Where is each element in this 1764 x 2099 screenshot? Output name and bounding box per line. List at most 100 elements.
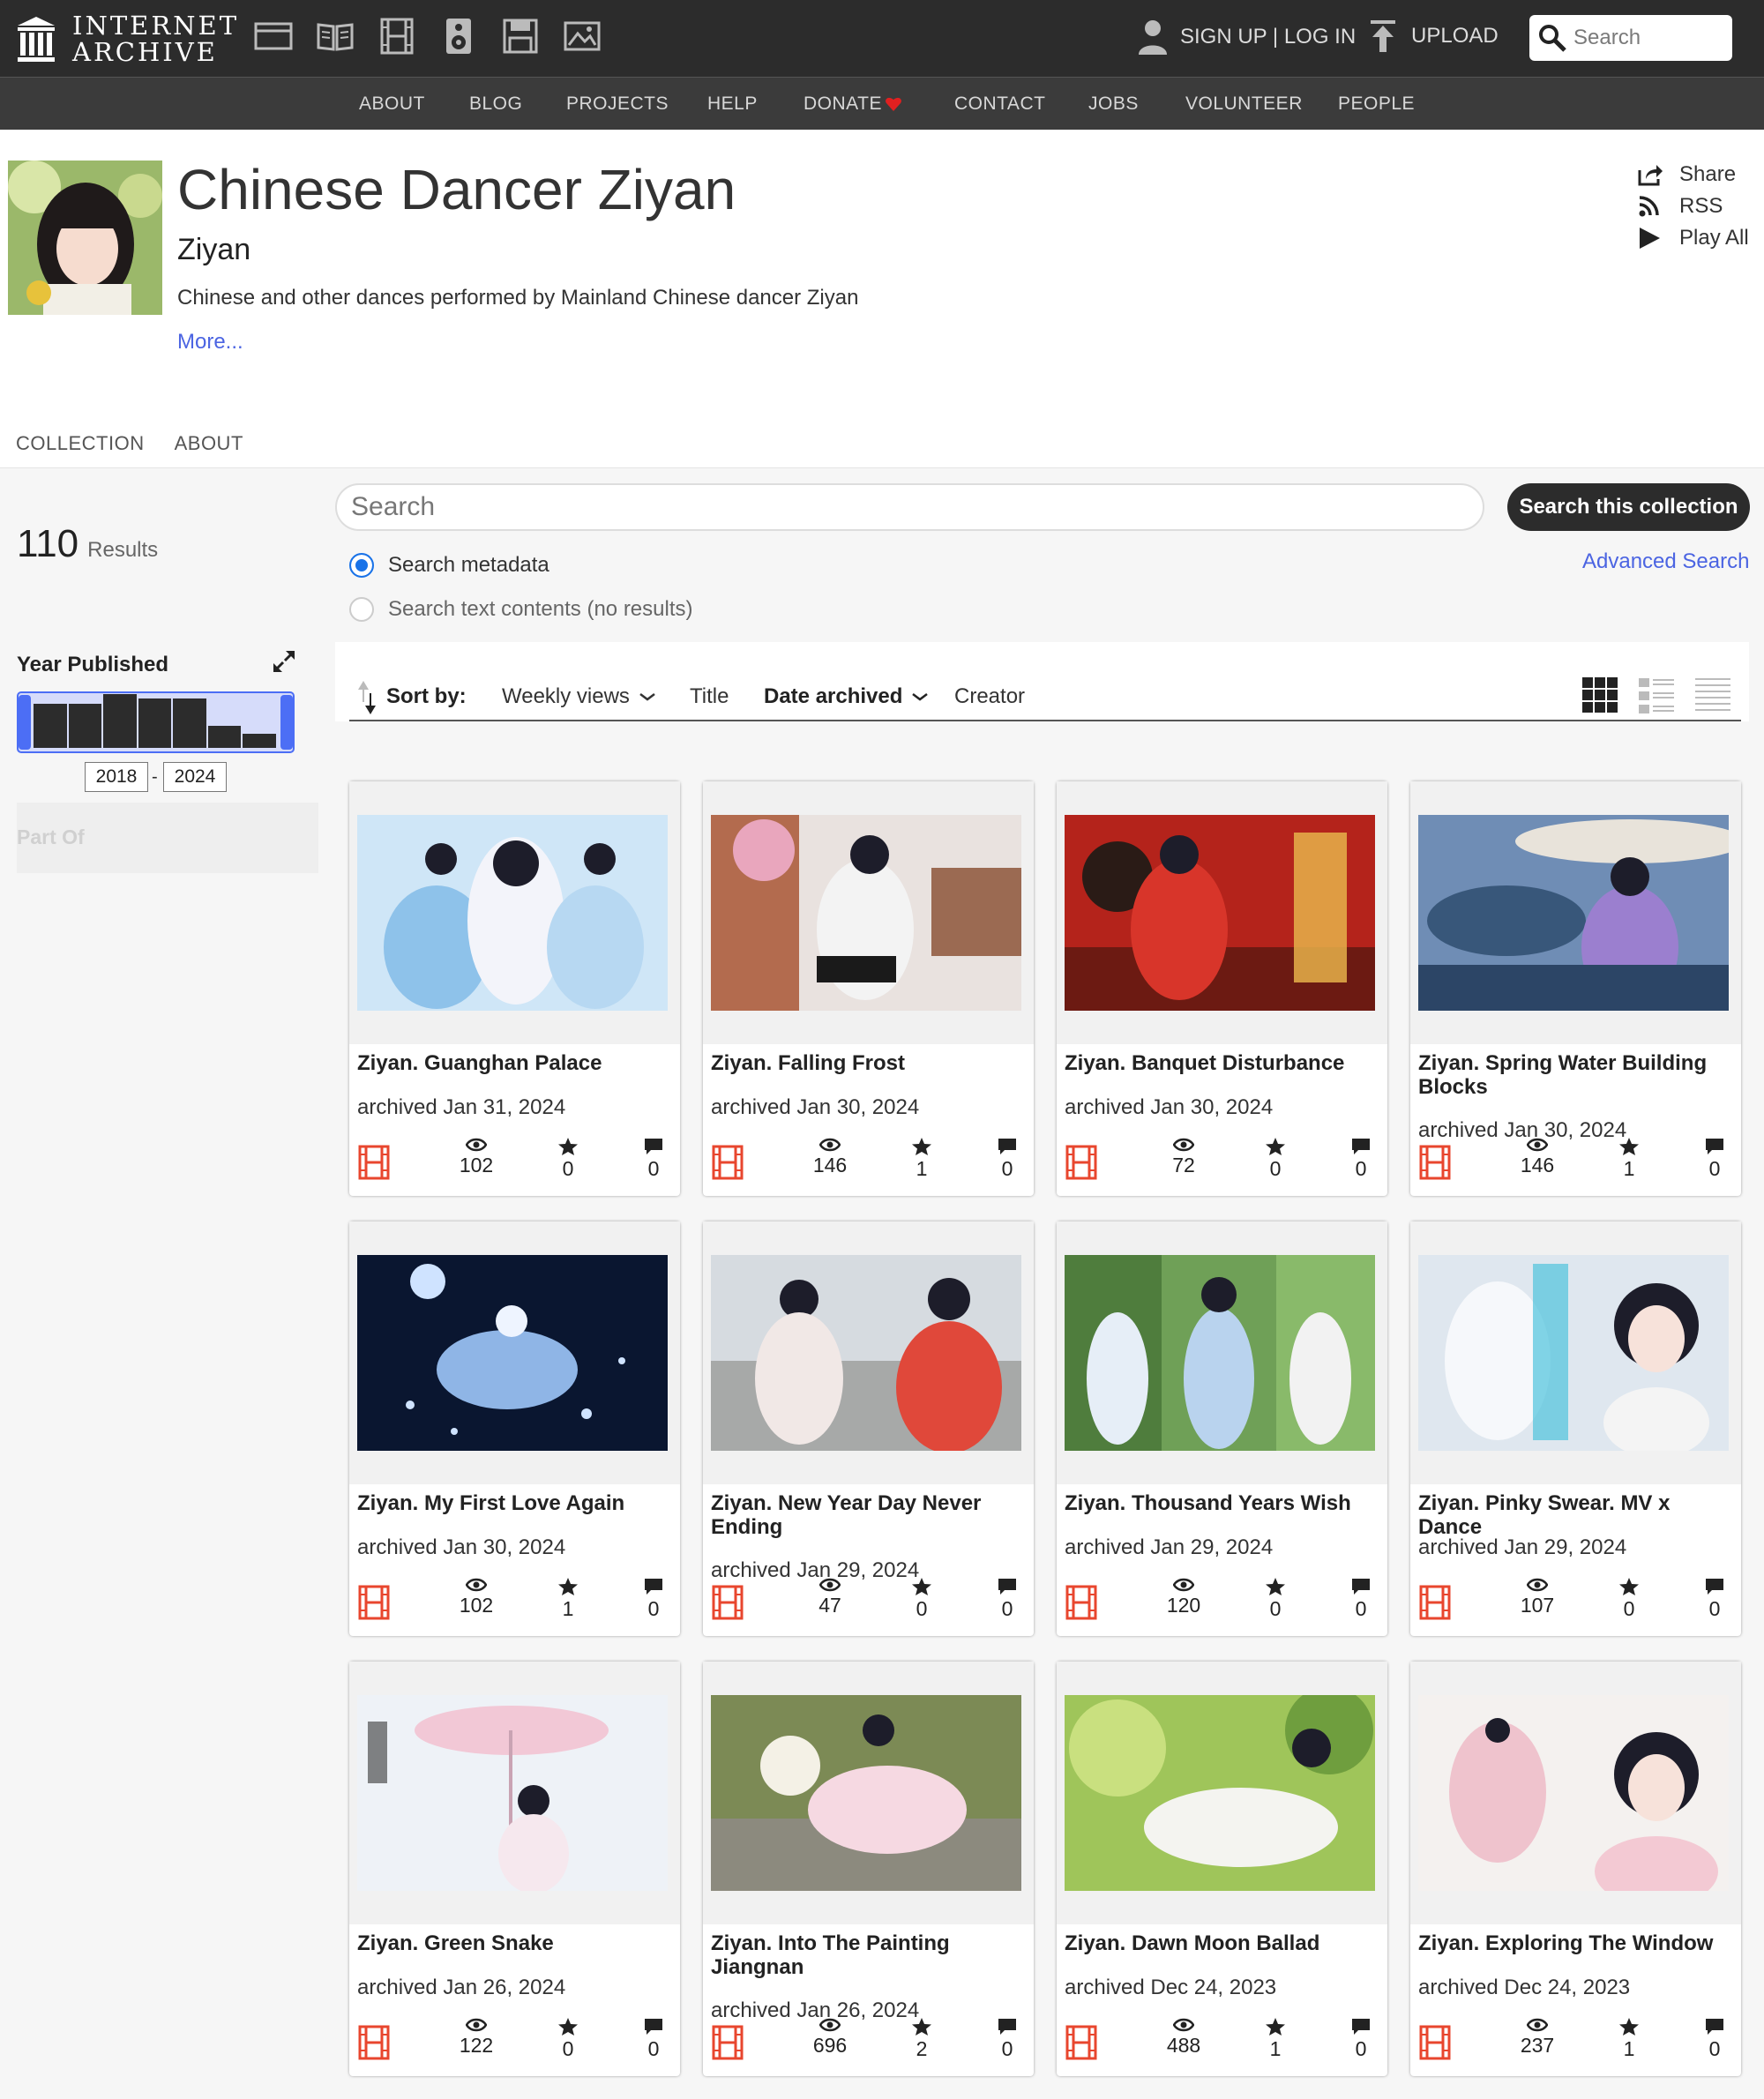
- rss-button[interactable]: RSS: [1637, 190, 1749, 222]
- result-card[interactable]: Ziyan. Green Snake archived Jan 26, 2024 1…: [349, 1662, 680, 2076]
- result-card[interactable]: Ziyan. Banquet Disturbance archived Jan 3…: [1057, 781, 1387, 1196]
- list-detail-view-icon[interactable]: [1637, 676, 1676, 719]
- expand-icon[interactable]: [272, 649, 296, 674]
- texts-icon[interactable]: [315, 16, 355, 56]
- card-thumbnail[interactable]: [357, 1255, 668, 1451]
- sort-direction-icon[interactable]: [356, 679, 377, 716]
- nav-help[interactable]: HELP: [707, 93, 758, 115]
- nav-about[interactable]: ABOUT: [359, 93, 425, 115]
- result-card[interactable]: Ziyan. Into The Painting Jiangnan archive…: [703, 1662, 1034, 2076]
- nav-people[interactable]: PEOPLE: [1338, 93, 1415, 115]
- result-card[interactable]: Ziyan. New Year Day Never Ending archived…: [703, 1221, 1034, 1636]
- card-thumbnail[interactable]: [357, 1695, 668, 1891]
- nav-blog[interactable]: BLOG: [469, 93, 522, 115]
- share-button[interactable]: Share: [1637, 159, 1749, 190]
- card-reviews-count: 0: [647, 1157, 660, 1180]
- card-favorites-count: 1: [1623, 2037, 1635, 2060]
- sort-title[interactable]: Title: [690, 684, 729, 709]
- card-title[interactable]: Ziyan. Into The Painting Jiangnan: [711, 1931, 1024, 1979]
- result-card[interactable]: Ziyan. Exploring The Window archived Dec …: [1410, 1662, 1741, 2076]
- card-stats: 237 1 0: [1410, 2014, 1741, 2067]
- top-search-input[interactable]: Search: [1529, 15, 1732, 61]
- result-card[interactable]: Ziyan. Spring Water Building Blocks archi…: [1410, 781, 1741, 1196]
- sort-weekly-views[interactable]: Weekly views: [502, 684, 656, 709]
- advanced-search-link[interactable]: Advanced Search: [1582, 549, 1749, 574]
- card-favorites: 0: [1594, 1574, 1664, 1621]
- card-thumbnail[interactable]: [1418, 815, 1729, 1011]
- result-card[interactable]: Ziyan. Guanghan Palace archived Jan 31, 2…: [349, 781, 680, 1196]
- year-histogram[interactable]: [17, 691, 295, 753]
- internet-archive-logo[interactable]: INTERNET ARCHIVE: [16, 12, 239, 65]
- card-favorites: 0: [886, 1574, 957, 1621]
- play-all-button[interactable]: Play All: [1637, 222, 1749, 254]
- card-reviews: 0: [1326, 2014, 1396, 2061]
- star-icon: [1266, 2018, 1285, 2036]
- card-title[interactable]: Ziyan. Green Snake: [357, 1931, 670, 1955]
- sort-by-label: Sort by:: [386, 684, 467, 708]
- card-title[interactable]: Ziyan. Pinky Swear. MV x Dance: [1418, 1491, 1731, 1539]
- search-text-label: Search text contents (no results): [388, 597, 693, 621]
- histogram-min-handle[interactable]: [19, 695, 31, 750]
- card-title[interactable]: Ziyan. Guanghan Palace: [357, 1051, 670, 1075]
- list-compact-view-icon[interactable]: [1693, 676, 1732, 719]
- search-collection-button[interactable]: Search this collection: [1507, 483, 1750, 531]
- more-link[interactable]: More...: [177, 330, 243, 355]
- card-thumbnail[interactable]: [1065, 1695, 1375, 1891]
- card-title[interactable]: Ziyan. Banquet Disturbance: [1065, 1051, 1378, 1075]
- result-card[interactable]: Ziyan. Falling Frost archived Jan 30, 202…: [703, 781, 1034, 1196]
- tab-about[interactable]: ABOUT: [167, 430, 251, 471]
- result-card[interactable]: Ziyan. Dawn Moon Ballad archived Dec 24, …: [1057, 1662, 1387, 2076]
- video-icon[interactable]: [377, 16, 417, 56]
- card-thumbnail[interactable]: [711, 1255, 1021, 1451]
- audio-icon[interactable]: [438, 16, 479, 56]
- year-to-input[interactable]: 2024: [163, 762, 227, 792]
- nav-donate[interactable]: DONATE: [804, 93, 882, 115]
- comment-icon: [998, 2019, 1016, 2035]
- search-metadata-radio[interactable]: Search metadata: [349, 553, 549, 578]
- card-thumbnail[interactable]: [1418, 1255, 1729, 1451]
- card-thumbnail[interactable]: [711, 815, 1021, 1011]
- tab-collection[interactable]: COLLECTION: [8, 430, 153, 471]
- result-card[interactable]: Ziyan. Thousand Years Wish archived Jan 2…: [1057, 1221, 1387, 1636]
- card-title[interactable]: Ziyan. Exploring The Window: [1418, 1931, 1731, 1955]
- collection-search-input[interactable]: Search: [335, 483, 1484, 531]
- software-icon[interactable]: [500, 16, 541, 56]
- card-thumbnail[interactable]: [1418, 1695, 1729, 1891]
- card-title[interactable]: Ziyan. Spring Water Building Blocks: [1418, 1051, 1731, 1099]
- tile-view-icon[interactable]: [1581, 676, 1619, 719]
- sort-creator[interactable]: Creator: [954, 684, 1025, 709]
- histogram-max-handle[interactable]: [280, 695, 293, 750]
- upload-link[interactable]: UPLOAD: [1369, 19, 1499, 53]
- nav-contact[interactable]: CONTACT: [954, 93, 1045, 115]
- card-views-count: 696: [812, 2034, 848, 2057]
- card-thumbnail[interactable]: [1065, 1255, 1375, 1451]
- card-title[interactable]: Ziyan. New Year Day Never Ending: [711, 1491, 1024, 1539]
- nav-volunteer[interactable]: VOLUNTEER: [1185, 93, 1303, 115]
- signup-login-link[interactable]: SIGN UP | LOG IN: [1138, 19, 1356, 55]
- web-icon[interactable]: [253, 16, 294, 56]
- eye-icon: [1527, 1138, 1548, 1152]
- part-of-heading[interactable]: Part Of: [17, 803, 318, 873]
- card-title[interactable]: Ziyan. Dawn Moon Ballad: [1065, 1931, 1378, 1955]
- card-thumbnail[interactable]: [1065, 815, 1375, 1011]
- search-text-radio[interactable]: Search text contents (no results): [349, 597, 693, 622]
- nav-jobs[interactable]: JOBS: [1088, 93, 1139, 115]
- card-thumbnail[interactable]: [357, 815, 668, 1011]
- comment-icon: [1706, 2019, 1723, 2035]
- sort-bar: [335, 642, 1749, 721]
- year-from-input[interactable]: 2018: [85, 762, 148, 792]
- star-icon: [1619, 1138, 1639, 1155]
- card-reviews: 0: [618, 1134, 689, 1181]
- result-card[interactable]: Ziyan. Pinky Swear. MV x Dance archived J…: [1410, 1221, 1741, 1636]
- card-title[interactable]: Ziyan. Thousand Years Wish: [1065, 1491, 1378, 1515]
- card-stats: 146 1 0: [703, 1134, 1034, 1187]
- card-thumbnail[interactable]: [711, 1695, 1021, 1891]
- card-title[interactable]: Ziyan. Falling Frost: [711, 1051, 1024, 1075]
- images-icon[interactable]: [562, 16, 602, 56]
- nav-projects[interactable]: PROJECTS: [566, 93, 669, 115]
- card-favorites: 1: [1240, 2014, 1311, 2061]
- sort-date-archived[interactable]: Date archived: [764, 684, 929, 709]
- result-card[interactable]: Ziyan. My First Love Again archived Jan 3…: [349, 1221, 680, 1636]
- card-title[interactable]: Ziyan. My First Love Again: [357, 1491, 670, 1515]
- movie-icon: [712, 1585, 744, 1620]
